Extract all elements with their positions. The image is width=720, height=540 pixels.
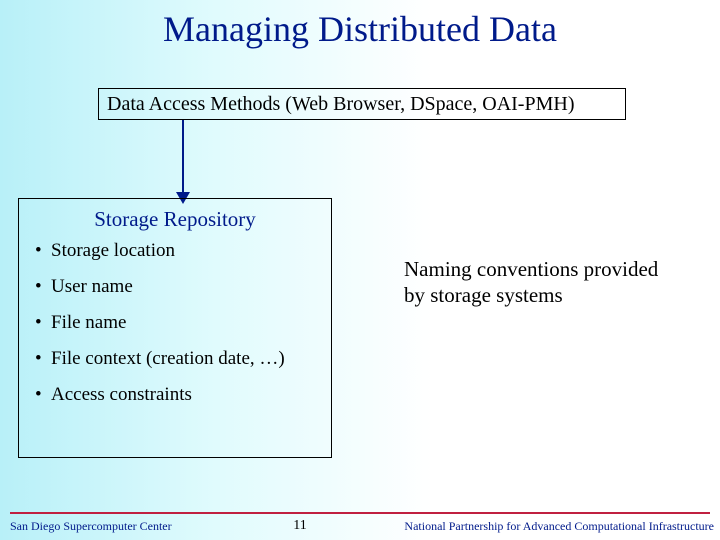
list-item: User name [35, 276, 321, 298]
slide-title: Managing Distributed Data [0, 8, 720, 50]
repo-title: Storage Repository [29, 207, 321, 232]
list-item: Storage location [35, 240, 321, 262]
data-access-box: Data Access Methods (Web Browser, DSpace… [98, 88, 626, 120]
list-item: File name [35, 312, 321, 334]
repo-list: Storage location User name File name Fil… [29, 240, 321, 406]
arrow-line [182, 120, 184, 194]
footer-right: National Partnership for Advanced Comput… [404, 519, 714, 534]
slide: Managing Distributed Data Data Access Me… [0, 0, 720, 540]
list-item: File context (creation date, …) [35, 348, 321, 370]
footer-divider [10, 512, 710, 514]
storage-repository-box: Storage Repository Storage location User… [18, 198, 332, 458]
list-item: Access constraints [35, 384, 321, 406]
side-note: Naming conventions provided by storage s… [404, 256, 684, 309]
